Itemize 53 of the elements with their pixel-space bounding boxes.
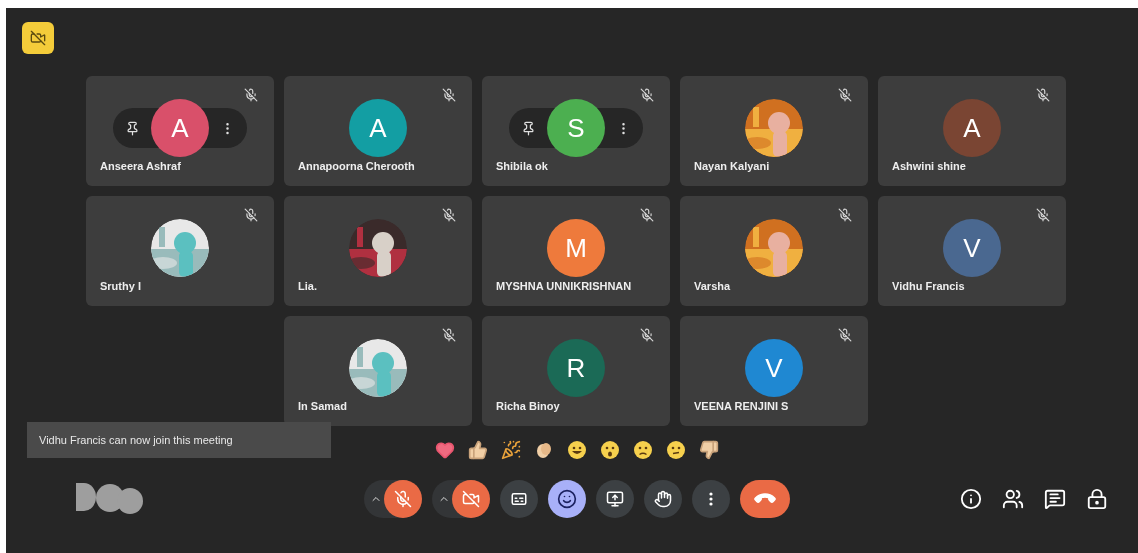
participant-name: Sruthy I xyxy=(100,278,141,294)
chat-icon[interactable] xyxy=(1044,488,1066,510)
lock-icon[interactable] xyxy=(1086,488,1108,510)
participant-name: In Samad xyxy=(298,398,347,414)
reactions-button[interactable] xyxy=(548,480,586,518)
info-icon[interactable] xyxy=(960,488,982,510)
sad-face-icon[interactable] xyxy=(633,440,653,460)
thumbs-down-icon[interactable] xyxy=(699,440,719,460)
participant-name: Shibila ok xyxy=(496,158,548,174)
avatar: V xyxy=(745,339,803,397)
avatar: A xyxy=(943,99,1001,157)
avatar: M xyxy=(547,219,605,277)
redaction-mark xyxy=(76,481,144,517)
pin-icon[interactable] xyxy=(521,120,536,136)
raise-hand-button[interactable] xyxy=(644,480,682,518)
participant-name: MYSHNA UNNIKRISHNAN xyxy=(496,278,632,294)
pin-icon[interactable] xyxy=(125,120,140,136)
participant-name: Vidhu Francis xyxy=(892,278,965,294)
thinking-face-icon[interactable] xyxy=(666,440,686,460)
camera-off-icon xyxy=(462,490,480,508)
avatar: S xyxy=(547,99,605,157)
participant-name: Anseera Ashraf xyxy=(100,158,181,174)
more-options-button[interactable] xyxy=(692,480,730,518)
heart-icon[interactable] xyxy=(435,440,455,460)
present-button[interactable] xyxy=(596,480,634,518)
participant-name: Lia. xyxy=(298,278,317,294)
leave-call-button[interactable] xyxy=(740,480,790,518)
avatar: A xyxy=(151,99,209,157)
captions-icon xyxy=(510,490,528,508)
captions-button[interactable] xyxy=(500,480,538,518)
avatar: A xyxy=(349,99,407,157)
hand-icon xyxy=(654,490,672,508)
thumbs-up-icon[interactable] xyxy=(468,440,488,460)
laughing-face-icon[interactable] xyxy=(567,440,587,460)
present-screen-icon xyxy=(606,490,624,508)
surprised-face-icon[interactable] xyxy=(600,440,620,460)
camera-button[interactable] xyxy=(452,480,490,518)
participant-name: Annapoorna Cherooth xyxy=(298,158,415,174)
camera-off-icon xyxy=(30,30,46,46)
participant-name: VEENA RENJINI S xyxy=(694,398,789,414)
microphone-off-icon xyxy=(394,490,412,508)
participant-name: Ashwini shine xyxy=(892,158,966,174)
avatar: V xyxy=(943,219,1001,277)
participant-name: Richa Binoy xyxy=(496,398,560,414)
people-icon[interactable] xyxy=(1002,488,1024,510)
party-popper-icon[interactable] xyxy=(501,440,521,460)
microphone-button[interactable] xyxy=(384,480,422,518)
notification-text: Vidhu Francis can now join this meeting xyxy=(39,432,233,448)
participant-name: Nayan Kalyani xyxy=(694,158,770,174)
more-icon xyxy=(709,492,713,506)
avatar: R xyxy=(547,339,605,397)
smiley-icon xyxy=(557,489,577,509)
participant-name: Varsha xyxy=(694,278,731,294)
